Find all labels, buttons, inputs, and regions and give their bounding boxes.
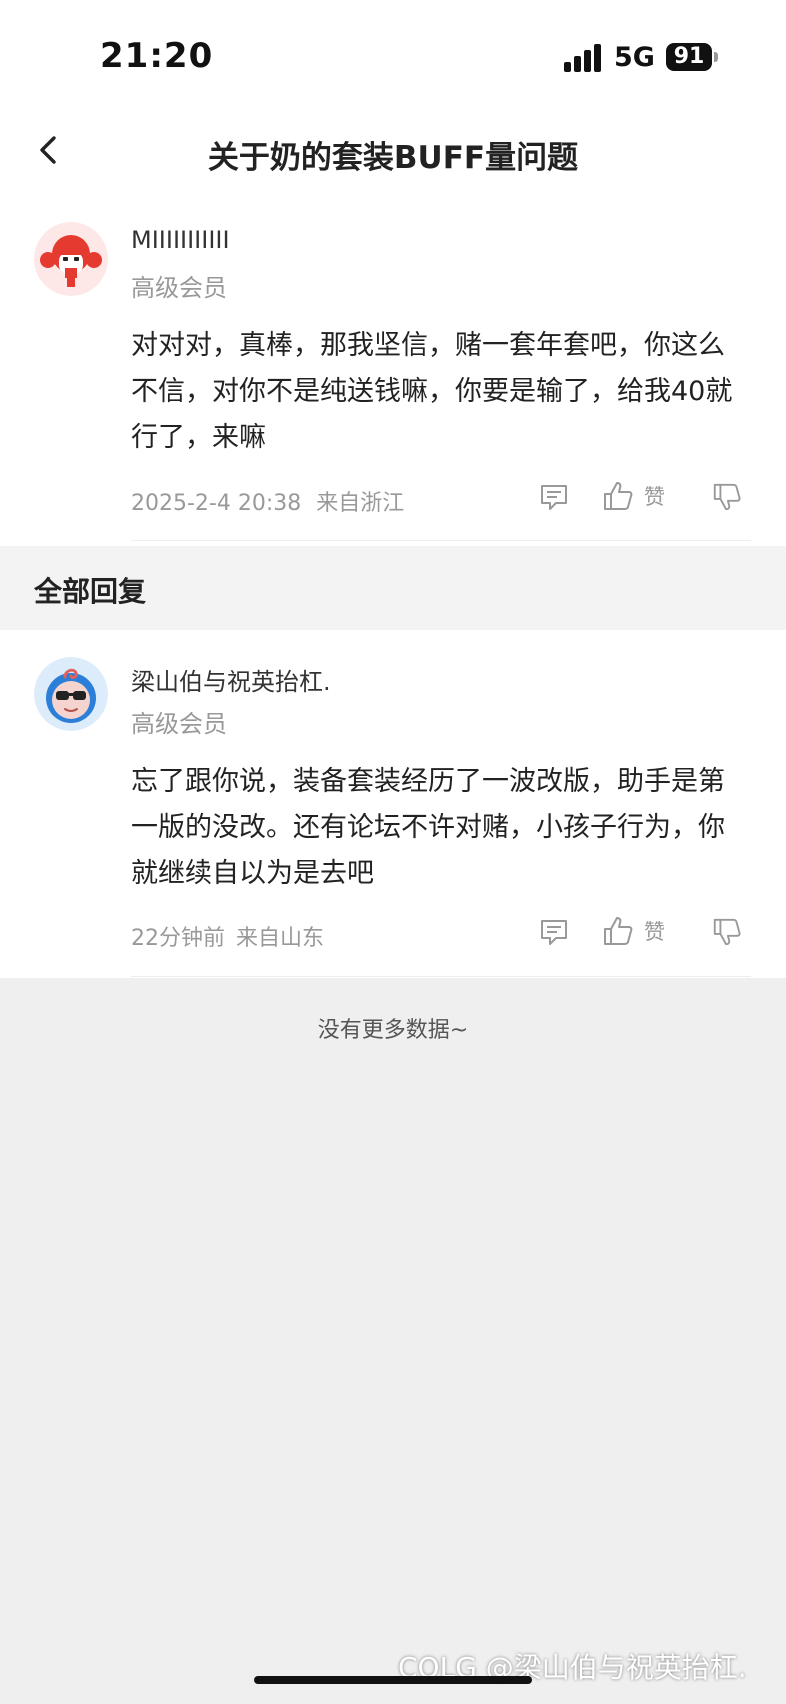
reply-like-button[interactable]: 赞 [601, 914, 665, 952]
reply-author-name[interactable]: 梁山伯与祝英抬杠. [131, 662, 331, 697]
post-time: 2025-2-4 20:38 [131, 491, 302, 516]
section-title: 全部回复 [34, 575, 147, 608]
post-location: 来自浙江 [316, 491, 405, 516]
reply-like-label: 赞 [644, 920, 665, 944]
avatar-sunglasses-icon [34, 657, 108, 731]
thumb-down-icon [713, 483, 741, 511]
post-dislike-button[interactable] [711, 481, 743, 517]
post-author-avatar[interactable] [34, 222, 108, 296]
battery-icon: 91 [666, 43, 712, 71]
status-time: 21:20 [100, 36, 214, 76]
back-button[interactable] [30, 130, 70, 170]
post-meta: 2025-2-4 20:38 来自浙江 [131, 485, 404, 517]
post-author-name[interactable]: MIIIIIIIIIII [131, 226, 230, 254]
post-content: 对对对，真棒，那我坚信，赌一套年套吧，你这么不信，对你不是纯送钱嘛，你要是输了，… [131, 330, 733, 453]
reply-location: 来自山东 [236, 926, 325, 951]
no-more-data: 没有更多数据~ [317, 1018, 469, 1043]
reply-meta: 22分钟前 来自山东 [131, 920, 324, 952]
thumb-down-icon [713, 918, 741, 946]
signal-icon [564, 44, 604, 72]
reply-author-rank: 高级会员 [131, 710, 227, 738]
post-author-rank: 高级会员 [131, 274, 227, 302]
status-bar: 21:20 5G 91 [0, 0, 786, 100]
reply-divider [131, 976, 751, 977]
chevron-left-icon [40, 136, 56, 164]
page-title: 关于奶的套装BUFF量问题 [207, 140, 579, 176]
reply-dislike-button[interactable] [711, 916, 743, 952]
home-indicator[interactable] [254, 1676, 532, 1684]
comment-icon [541, 920, 567, 945]
reply-content: 忘了跟你说，装备套装经历了一波改版，助手是第一版的没改。还有论坛不许对赌，小孩子… [131, 766, 725, 889]
post-reply-button[interactable] [538, 481, 570, 517]
reply-reply-button[interactable] [538, 916, 570, 952]
network-type: 5G [614, 42, 655, 73]
reply-time: 22分钟前 [131, 926, 225, 951]
thumb-up-icon [604, 482, 633, 510]
comment-icon [541, 485, 567, 510]
post-like-label: 赞 [644, 485, 665, 509]
reply-author-avatar[interactable] [34, 657, 108, 731]
thumb-up-icon [604, 917, 633, 945]
avatar-girl-icon [34, 222, 108, 296]
post-divider [131, 540, 751, 541]
battery-tip [714, 52, 718, 62]
post-like-button[interactable]: 赞 [601, 479, 665, 517]
